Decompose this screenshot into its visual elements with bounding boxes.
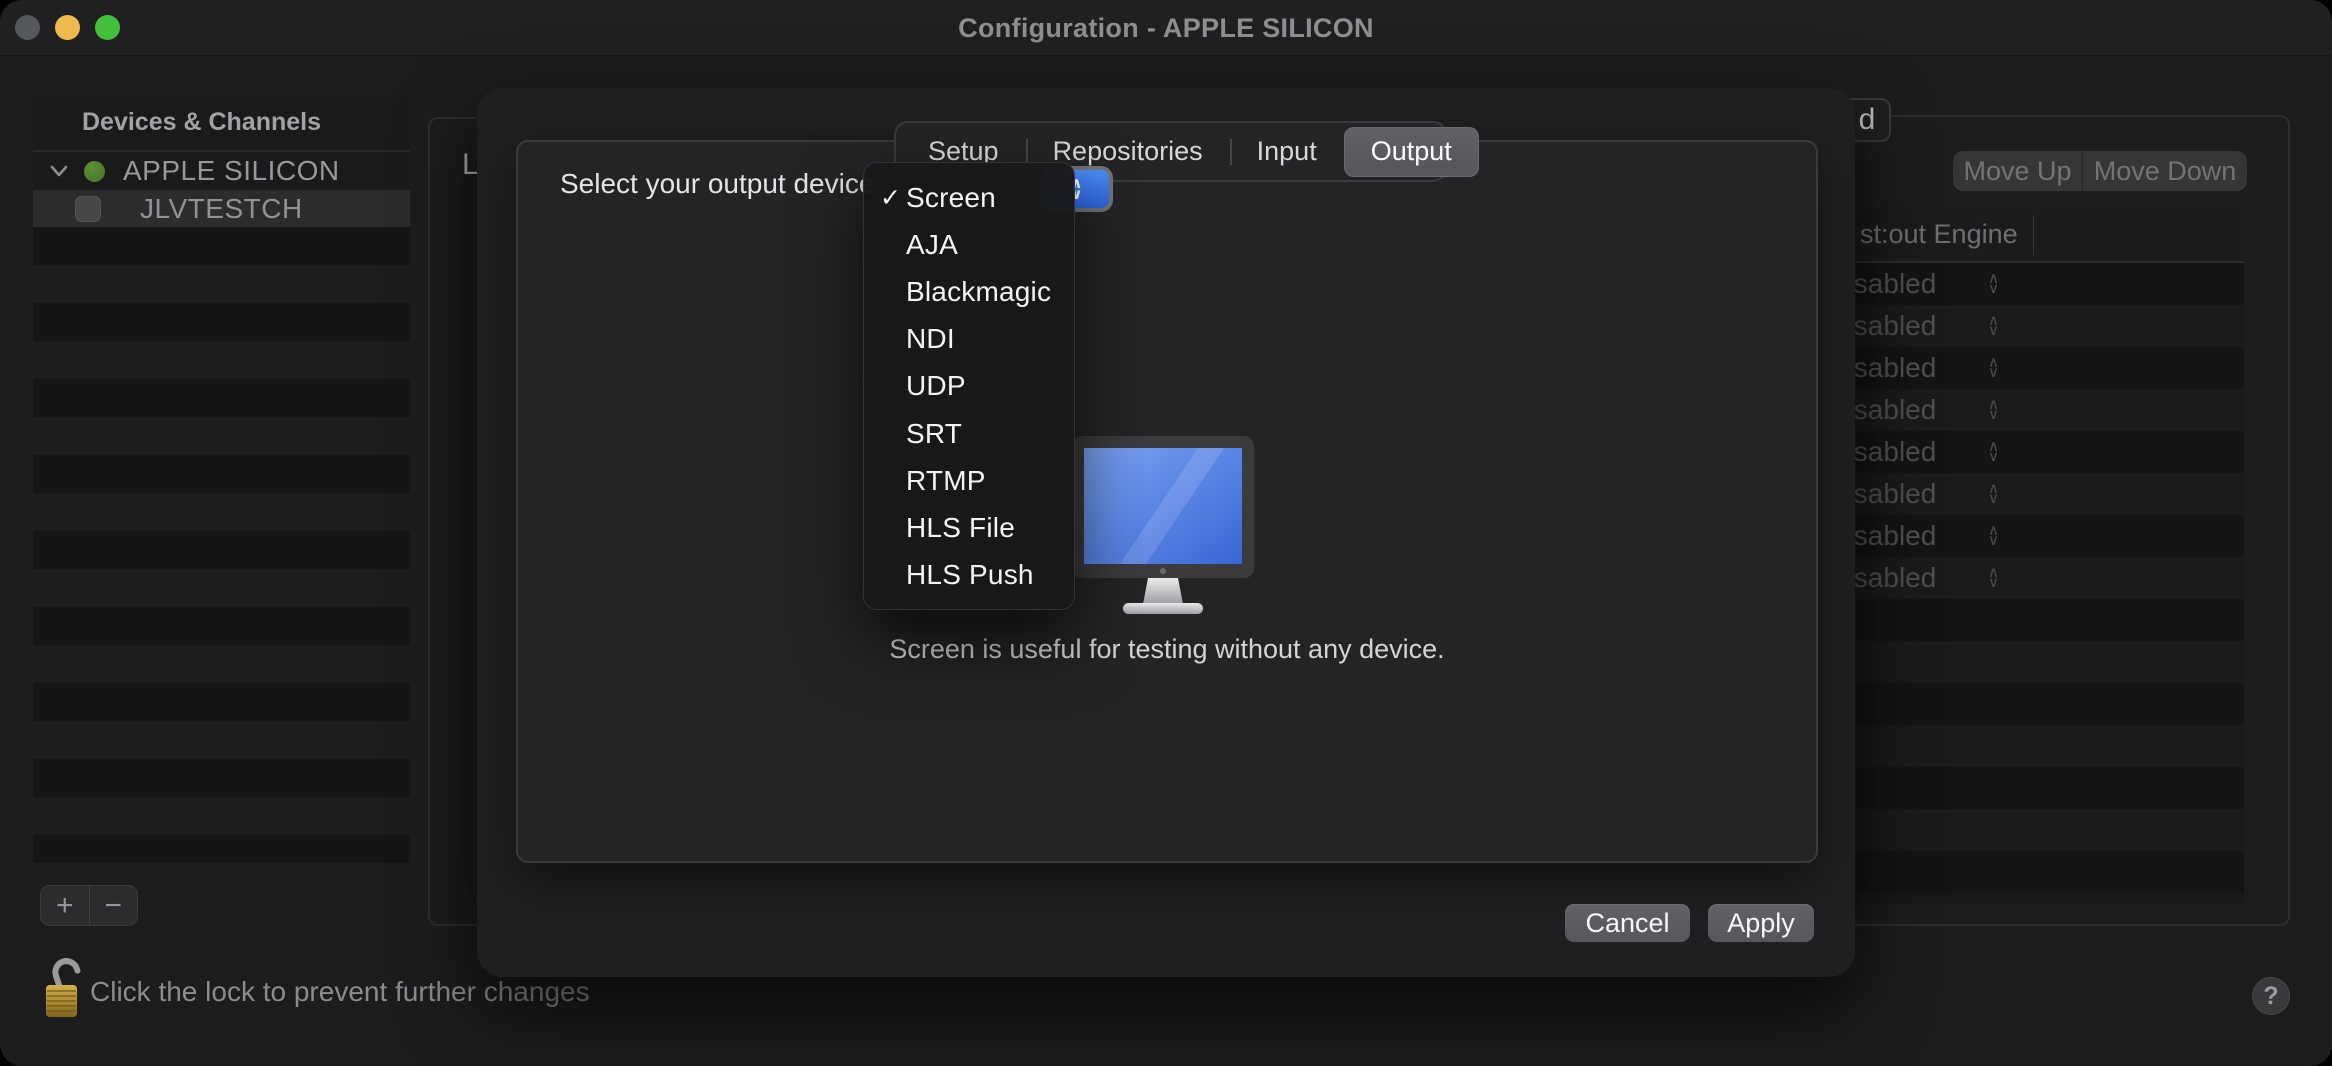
engine-table-empty-rows bbox=[1856, 599, 2244, 893]
empty-row bbox=[33, 569, 410, 607]
lock-icon[interactable] bbox=[42, 952, 84, 1027]
device-status-dot bbox=[84, 161, 105, 182]
stepper-icon[interactable]: ∧∨ bbox=[1988, 316, 1999, 336]
menu-item-label: HLS File bbox=[906, 512, 1015, 544]
empty-row bbox=[1856, 599, 2244, 641]
table-row: disabled ∧∨ bbox=[1856, 431, 2244, 473]
stepper-icon[interactable]: ∧∨ bbox=[1988, 484, 1999, 504]
configuration-window: Configuration - APPLE SILICON L d Move U… bbox=[0, 0, 2332, 1066]
window-title: Configuration - APPLE SILICON bbox=[0, 0, 2332, 56]
sidebar-item-device[interactable]: APPLE SILICON bbox=[33, 152, 410, 190]
stepper-icon[interactable]: ∧∨ bbox=[1988, 274, 1999, 294]
device-name: APPLE SILICON bbox=[123, 155, 340, 187]
empty-row bbox=[1856, 809, 2244, 851]
device-caption: Screen is useful for testing without any… bbox=[516, 634, 1818, 665]
apply-button[interactable]: Apply bbox=[1708, 904, 1814, 942]
empty-row bbox=[33, 493, 410, 531]
empty-row bbox=[33, 417, 410, 455]
menu-item-label: Blackmagic bbox=[906, 276, 1051, 308]
menu-item[interactable]: HLS File bbox=[864, 504, 1074, 551]
stepper-icon[interactable]: ∧∨ bbox=[1988, 442, 1999, 462]
help-button[interactable]: ? bbox=[2252, 977, 2290, 1015]
table-row: disabled ∧∨ bbox=[1856, 473, 2244, 515]
empty-row bbox=[33, 303, 410, 341]
empty-row bbox=[33, 607, 410, 645]
disclosure-chevron-down-icon[interactable] bbox=[46, 164, 72, 178]
empty-row bbox=[33, 531, 410, 569]
remove-button[interactable]: − bbox=[90, 886, 138, 925]
engine-table-header: st:out Engine bbox=[1856, 207, 2244, 263]
empty-row bbox=[33, 683, 410, 721]
add-button[interactable]: + bbox=[41, 886, 90, 925]
empty-row bbox=[33, 797, 410, 835]
menu-item-label: UDP bbox=[906, 370, 966, 402]
stepper-icon[interactable]: ∧∨ bbox=[1988, 526, 1999, 546]
empty-row bbox=[33, 759, 410, 797]
menu-item[interactable]: HLS Push bbox=[864, 552, 1074, 599]
menu-item[interactable]: UDP bbox=[864, 363, 1074, 410]
empty-row bbox=[33, 455, 410, 493]
column-separator bbox=[2033, 215, 2034, 255]
menu-item[interactable]: NDI bbox=[864, 316, 1074, 363]
engine-table: st:out Engine disabled ∧∨ disabled ∧∨ di… bbox=[1856, 207, 2244, 903]
move-segmented-control: Move Up Move Down bbox=[1953, 151, 2247, 191]
menu-item-label: AJA bbox=[906, 229, 958, 261]
menu-item-label: NDI bbox=[906, 323, 955, 355]
devices-sidebar: Devices & Channels APPLE SILICON JLVTEST… bbox=[33, 94, 410, 863]
screen-device-illustration bbox=[1062, 428, 1274, 625]
stepper-icon[interactable]: ∧∨ bbox=[1988, 400, 1999, 420]
empty-row bbox=[33, 721, 410, 759]
table-row: disabled ∧∨ bbox=[1856, 347, 2244, 389]
empty-row bbox=[1856, 641, 2244, 683]
menu-item-label: SRT bbox=[906, 418, 962, 450]
engine-table-rows: disabled ∧∨ disabled ∧∨ disabled ∧∨ disa… bbox=[1856, 263, 2244, 599]
dialog-tab[interactable]: Input bbox=[1230, 127, 1344, 177]
engine-column-header: st:out Engine bbox=[1860, 219, 2018, 250]
sidebar-empty-rows bbox=[33, 227, 410, 863]
tab-label: Input bbox=[1257, 136, 1317, 167]
checkmark-icon: ✓ bbox=[880, 183, 906, 213]
channel-name: JLVTESTCH bbox=[140, 193, 303, 225]
title-bar: Configuration - APPLE SILICON bbox=[0, 0, 2332, 56]
table-row: disabled ∧∨ bbox=[1856, 389, 2244, 431]
table-row: disabled ∧∨ bbox=[1856, 515, 2244, 557]
empty-row bbox=[33, 341, 410, 379]
sidebar-header: Devices & Channels bbox=[33, 94, 410, 152]
lock-hint-text: Click the lock to prevent further change… bbox=[90, 972, 590, 1012]
tab-label: Output bbox=[1371, 136, 1452, 167]
dialog-tab[interactable]: Output bbox=[1344, 127, 1479, 177]
menu-item[interactable]: ✓ Screen bbox=[864, 174, 1074, 221]
table-row: disabled ∧∨ bbox=[1856, 305, 2244, 347]
empty-row bbox=[1856, 767, 2244, 809]
menu-item-label: RTMP bbox=[906, 465, 986, 497]
cancel-button[interactable]: Cancel bbox=[1565, 904, 1690, 942]
menu-item[interactable]: Blackmagic bbox=[864, 268, 1074, 315]
empty-row bbox=[33, 379, 410, 417]
stepper-icon[interactable]: ∧∨ bbox=[1988, 358, 1999, 378]
output-device-label: Select your output device bbox=[560, 168, 874, 200]
empty-row bbox=[1856, 851, 2244, 893]
empty-row bbox=[33, 265, 410, 303]
empty-row bbox=[33, 645, 410, 683]
stepper-icon[interactable]: ∧∨ bbox=[1988, 568, 1999, 588]
sidebar-item-channel[interactable]: JLVTESTCH bbox=[33, 190, 410, 227]
add-remove-control: + − bbox=[40, 885, 138, 926]
menu-item[interactable]: SRT bbox=[864, 410, 1074, 457]
move-down-button[interactable]: Move Down bbox=[2083, 151, 2247, 191]
table-row: disabled ∧∨ bbox=[1856, 263, 2244, 305]
empty-row bbox=[1856, 683, 2244, 725]
tab-label: Repositories bbox=[1053, 136, 1203, 167]
menu-item-label: Screen bbox=[906, 182, 996, 214]
menu-item-label: HLS Push bbox=[906, 559, 1034, 591]
menu-item[interactable]: RTMP bbox=[864, 457, 1074, 504]
empty-row bbox=[33, 227, 410, 265]
table-row: disabled ∧∨ bbox=[1856, 557, 2244, 599]
empty-row bbox=[33, 835, 410, 863]
empty-row bbox=[1856, 725, 2244, 767]
output-device-menu: ✓ Screen AJA Blackmagic NDI UDP bbox=[863, 162, 1075, 610]
move-up-button[interactable]: Move Up bbox=[1953, 151, 2083, 191]
menu-item[interactable]: AJA bbox=[864, 221, 1074, 268]
channel-checkbox[interactable] bbox=[75, 196, 101, 222]
